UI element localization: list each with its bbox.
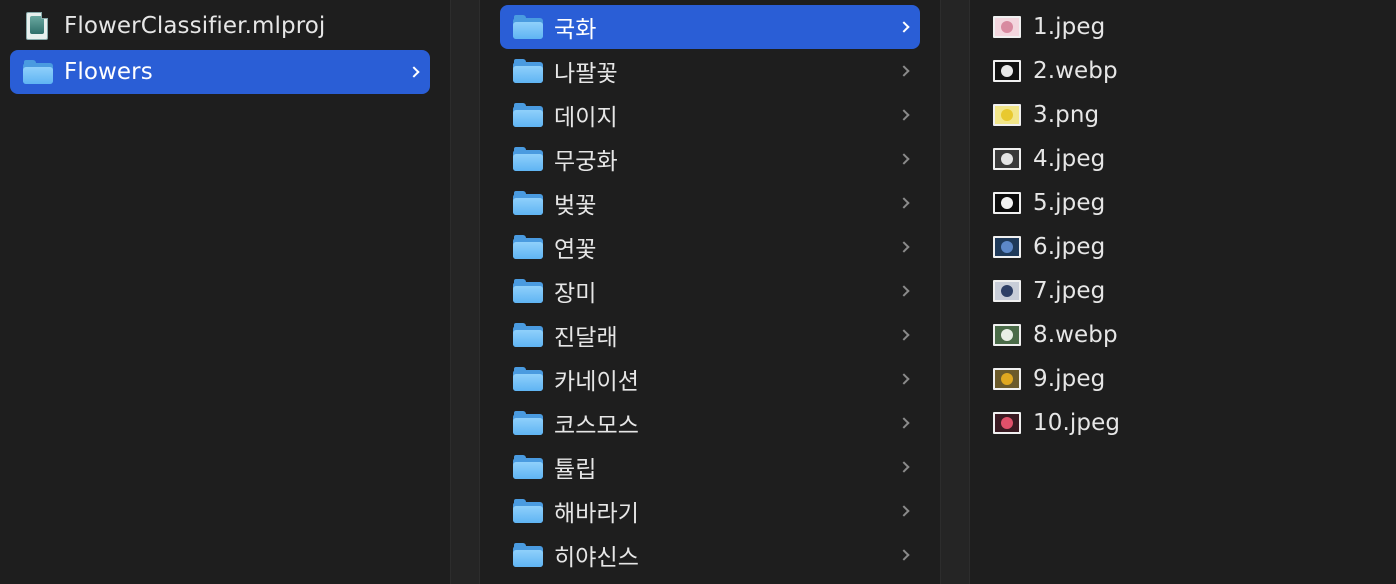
chevron-right-icon [898,109,910,121]
chevron-right-icon [898,241,910,253]
folder-row[interactable]: 무궁화 [500,137,920,181]
folder-row-flowers[interactable]: Flowers [10,50,430,94]
file-label: 9.jpeg [1033,366,1106,392]
folder-row[interactable]: 연꽃 [500,225,920,269]
file-row[interactable]: 7.jpeg [993,269,1373,313]
chevron-right-icon [898,65,910,77]
image-thumbnail [993,60,1021,82]
chevron-right-icon [898,285,910,297]
file-row-mlproj[interactable]: FlowerClassifier.mlproj [10,4,430,48]
folder-icon [513,455,543,479]
folder-icon [513,147,543,171]
chevron-right-icon [408,66,420,78]
file-row[interactable]: 4.jpeg [993,137,1373,181]
image-thumbnail [993,324,1021,346]
folder-label: 국화 [554,17,597,43]
folder-label: 연꽃 [554,237,597,263]
file-label: 6.jpeg [1033,234,1106,260]
folder-icon [23,60,53,84]
file-row[interactable]: 3.png [993,93,1373,137]
folder-icon [513,499,543,523]
folder-row[interactable]: 장미 [500,269,920,313]
file-row[interactable]: 9.jpeg [993,357,1373,401]
folder-row[interactable]: 코스모스 [500,401,920,445]
folder-row[interactable]: 나팔꽃 [500,49,920,93]
folder-label: 벚꽃 [554,193,597,219]
chevron-right-icon [898,549,910,561]
folder-label: 코스모스 [554,413,640,439]
column-files: 1.jpeg 2.webp 3.png 4.jpeg 5.jpeg 6.jpeg… [971,0,1396,584]
folder-icon [513,367,543,391]
folder-label: 카네이션 [554,369,640,395]
file-label: 2.webp [1033,58,1118,84]
folder-icon [513,543,543,567]
folder-icon [513,411,543,435]
image-thumbnail [993,412,1021,434]
folder-label: 튤립 [554,457,597,483]
folder-row[interactable]: 튤립 [500,445,920,489]
folder-row[interactable]: 국화 [500,5,920,49]
folder-icon [513,235,543,259]
folder-label: 나팔꽃 [554,61,618,87]
chevron-right-icon [898,329,910,341]
folder-row[interactable]: 벚꽃 [500,181,920,225]
file-row[interactable]: 6.jpeg [993,225,1373,269]
chevron-right-icon [898,197,910,209]
folder-label: Flowers [64,59,153,85]
file-row[interactable]: 8.webp [993,313,1373,357]
image-thumbnail [993,16,1021,38]
image-thumbnail [993,148,1021,170]
file-label: 10.jpeg [1033,410,1121,436]
folder-icon [513,191,543,215]
file-label: 4.jpeg [1033,146,1106,172]
image-thumbnail [993,192,1021,214]
folder-icon [513,323,543,347]
column-divider[interactable] [940,0,970,584]
folder-label: 무궁화 [554,149,618,175]
folder-icon [513,103,543,127]
image-thumbnail [993,280,1021,302]
chevron-right-icon [898,417,910,429]
chevron-right-icon [898,21,910,33]
folder-icon [513,59,543,83]
file-row[interactable]: 5.jpeg [993,181,1373,225]
folder-label: 장미 [554,281,597,307]
folder-row[interactable]: 해바라기 [500,489,920,533]
column-root: FlowerClassifier.mlproj Flowers [0,0,450,584]
folder-row[interactable]: 히야신스 [500,533,920,577]
folder-label: 히야신스 [554,545,640,571]
chevron-right-icon [898,461,910,473]
file-label: 7.jpeg [1033,278,1106,304]
folder-icon [513,279,543,303]
file-row[interactable]: 10.jpeg [993,401,1373,445]
file-label: 5.jpeg [1033,190,1106,216]
file-row[interactable]: 2.webp [993,49,1373,93]
column-folders: 국화 나팔꽃 데이지 무궁화 벚꽃 연꽃 장미 진달래 카네이션 코스모스 튤립… [481,0,940,584]
column-divider[interactable] [450,0,480,584]
chevron-right-icon [898,153,910,165]
folder-row[interactable]: 데이지 [500,93,920,137]
folder-row[interactable]: 카네이션 [500,357,920,401]
folder-row[interactable]: 진달래 [500,313,920,357]
folder-label: 진달래 [554,325,618,351]
file-label: FlowerClassifier.mlproj [64,13,326,39]
image-thumbnail [993,104,1021,126]
image-thumbnail [993,368,1021,390]
folder-icon [513,15,543,39]
mlproj-file-icon [26,12,48,40]
image-thumbnail [993,236,1021,258]
chevron-right-icon [898,373,910,385]
chevron-right-icon [898,505,910,517]
file-label: 3.png [1033,102,1100,128]
file-label: 1.jpeg [1033,14,1106,40]
file-row[interactable]: 1.jpeg [993,5,1373,49]
folder-label: 해바라기 [554,501,640,527]
folder-label: 데이지 [554,105,618,131]
file-label: 8.webp [1033,322,1118,348]
